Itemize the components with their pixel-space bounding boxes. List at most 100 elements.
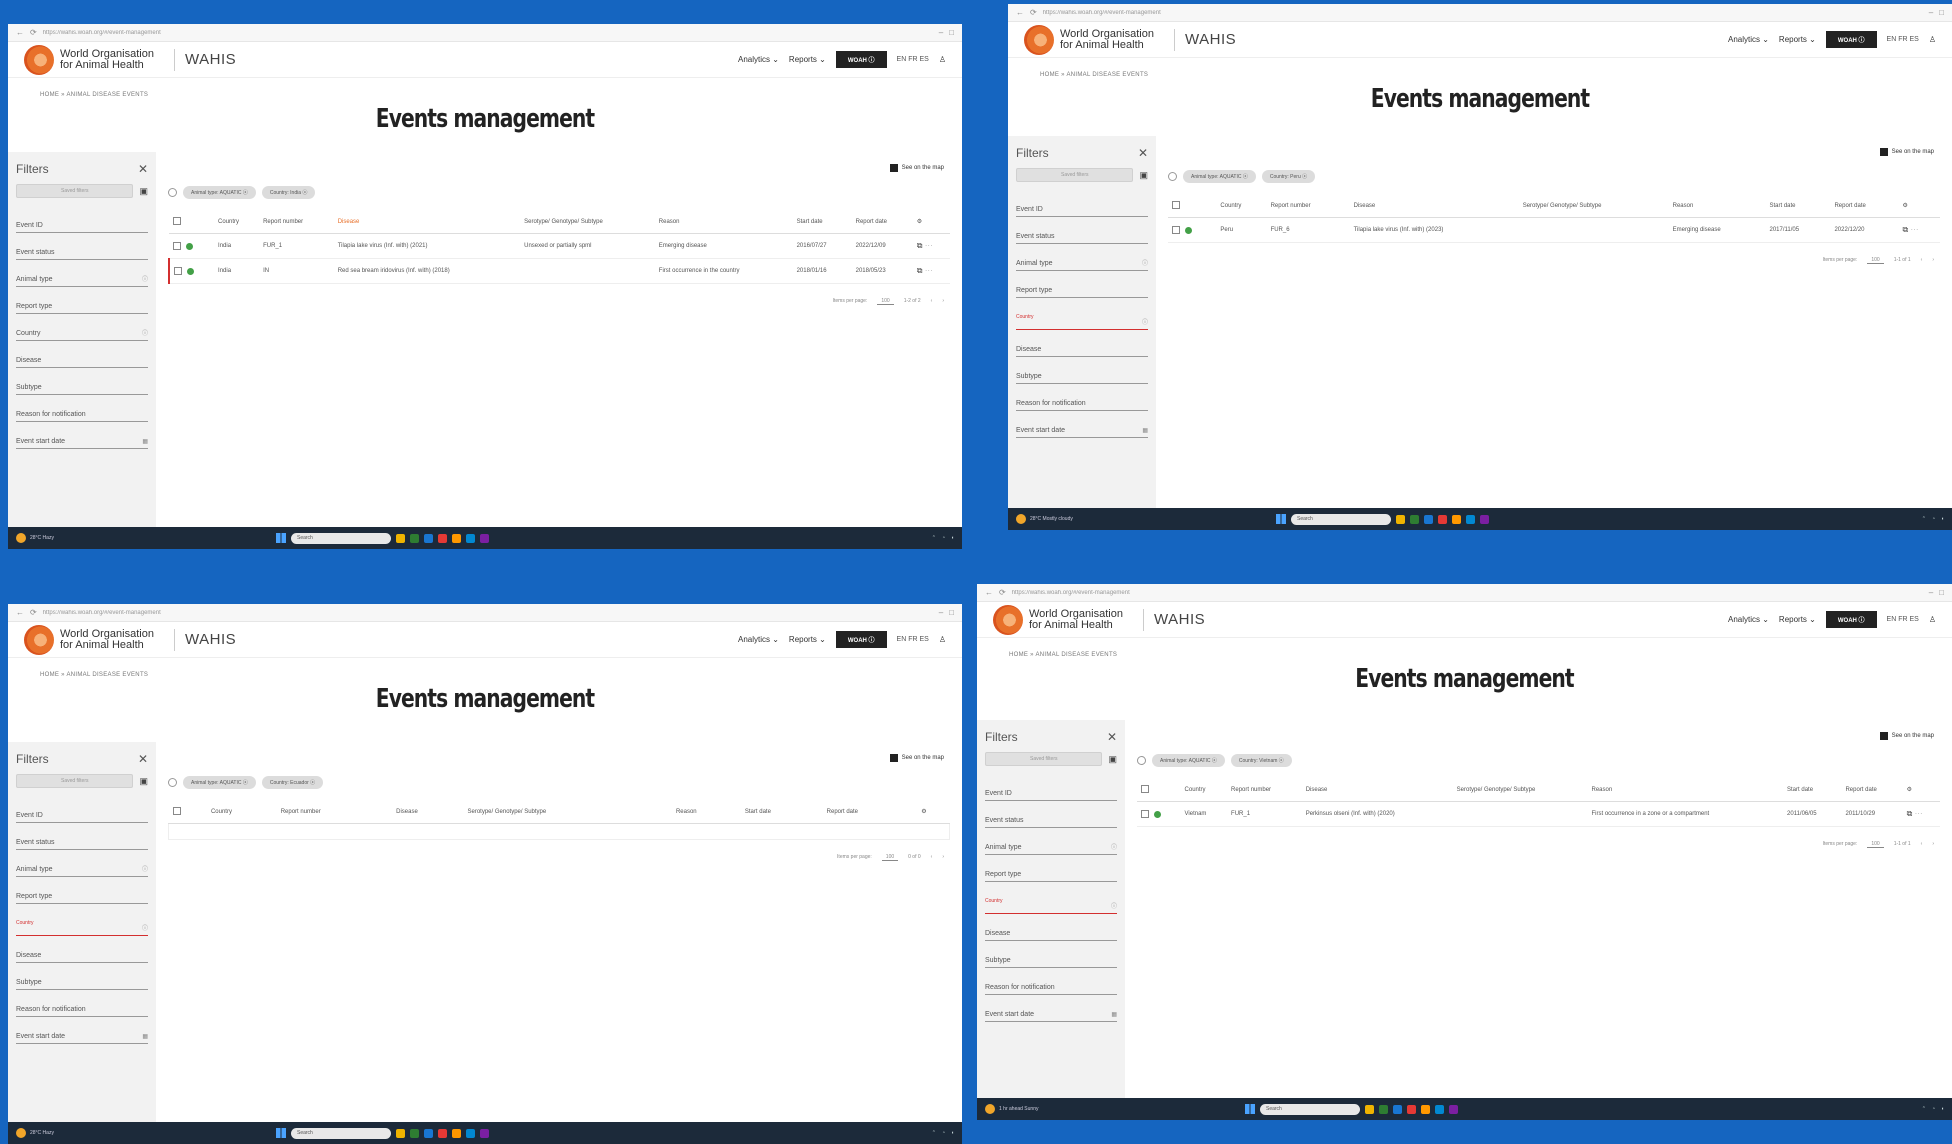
filter-disease[interactable]: Disease (1016, 336, 1148, 357)
app-icon[interactable] (452, 1128, 461, 1138)
see-on-map-link[interactable]: See on the map (1879, 148, 1934, 156)
address-bar[interactable]: https://wahis.woah.org/#/event-managemen… (1043, 10, 1923, 16)
filter-chip[interactable]: Country: Vietnam ⓧ (1230, 754, 1292, 767)
column-header[interactable]: Report number (259, 213, 334, 234)
weather-icon[interactable] (16, 1128, 26, 1138)
next-page-icon[interactable]: › (1932, 841, 1934, 848)
language-switcher[interactable]: EN FR ES (1887, 616, 1919, 623)
filter-reason-for-notification[interactable]: Reason for notification (985, 974, 1117, 995)
save-icon[interactable]: ▣ (1108, 754, 1117, 765)
back-icon[interactable]: ← (16, 608, 24, 617)
select-all-radio[interactable] (168, 188, 177, 197)
settings-icon[interactable]: ⚙ (1907, 787, 1912, 793)
nav-reports[interactable]: Reports ⌄ (789, 55, 826, 64)
weather-icon[interactable] (16, 533, 26, 543)
volume-icon[interactable]: ◖ (1941, 1106, 1944, 1112)
filter-event-status[interactable]: Event status (985, 807, 1117, 828)
filter-disease[interactable]: Disease (985, 920, 1117, 941)
filter-country[interactable]: Country ⓘ (1016, 304, 1148, 330)
what-is-woah-button[interactable]: WOAH ⓘ (835, 631, 887, 648)
column-header[interactable]: Serotype/ Genotype/ Subtype (1518, 197, 1669, 218)
chrome-icon[interactable] (438, 1128, 447, 1138)
what-is-woah-button[interactable]: WOAH ⓘ (1825, 611, 1877, 628)
breadcrumb[interactable]: HOME » ANIMAL DISEASE EVENTS (1008, 58, 1952, 78)
taskbar-search[interactable]: Search (1291, 513, 1391, 525)
column-header[interactable]: Country (206, 803, 277, 824)
select-all-radio[interactable] (1137, 756, 1146, 765)
column-header[interactable]: Reason (671, 803, 741, 824)
what-is-woah-button[interactable]: WOAH ⓘ (1825, 31, 1877, 48)
filter-subtype[interactable]: Subtype (1016, 363, 1148, 384)
prev-page-icon[interactable]: ‹ (931, 298, 933, 305)
column-header[interactable]: Start date (1765, 197, 1831, 218)
filter-chip[interactable]: Country: Ecuador ⓧ (261, 776, 324, 789)
filter-event-status[interactable]: Event status (16, 829, 148, 850)
reload-icon[interactable]: ⟳ (999, 588, 1006, 597)
next-page-icon[interactable]: › (942, 298, 944, 305)
reload-icon[interactable]: ⟳ (1030, 8, 1037, 17)
app-icon[interactable] (466, 533, 475, 543)
items-per-page-select[interactable]: 100 (1867, 257, 1884, 264)
info-icon[interactable]: ⓘ (142, 864, 148, 873)
filter-country[interactable]: Country ⓘ (985, 888, 1117, 914)
filter-chip[interactable]: Animal type: AQUATIC ⓧ (1152, 754, 1225, 767)
filter-animal-type[interactable]: Animal type ⓘ (1016, 250, 1148, 271)
edge-icon[interactable] (424, 1128, 433, 1138)
table-row[interactable]: India IN Red sea bream iridovirus (Inf. wi… (167, 258, 950, 284)
column-header[interactable]: Country (214, 213, 260, 234)
column-header[interactable]: Serotype/ Genotype/ Subtype (520, 213, 655, 234)
filter-chip[interactable]: Animal type: AQUATIC ⓧ (183, 186, 256, 199)
nav-analytics[interactable]: Analytics ⌄ (738, 55, 779, 64)
woah-logo[interactable] (1024, 24, 1054, 55)
volume-icon[interactable]: ◖ (1941, 516, 1944, 522)
next-page-icon[interactable]: › (1932, 257, 1934, 264)
filter-report-type[interactable]: Report type (16, 293, 148, 314)
save-icon[interactable]: ▣ (139, 186, 148, 197)
system-tray-icon[interactable]: ⌃ (1922, 1106, 1926, 1112)
filter-chip[interactable]: Country: Peru ⓧ (1261, 170, 1316, 183)
prev-page-icon[interactable]: ‹ (931, 854, 933, 861)
what-is-woah-button[interactable]: WOAH ⓘ (835, 51, 887, 68)
app-icon[interactable] (1435, 1104, 1444, 1114)
filter-subtype[interactable]: Subtype (985, 947, 1117, 968)
edge-icon[interactable] (1393, 1104, 1402, 1114)
user-icon[interactable]: ♙ (939, 635, 946, 644)
app-icon[interactable] (480, 533, 489, 543)
taskbar-search[interactable]: Search (291, 1127, 391, 1139)
column-header[interactable]: Start date (792, 213, 852, 234)
app-icon[interactable] (1449, 1104, 1458, 1114)
select-all-checkbox[interactable] (172, 807, 181, 815)
table-row[interactable]: Peru FUR_6 Tilapia lake virus (Inf. with) … (1168, 217, 1940, 243)
window-minimize-icon[interactable]: – (939, 608, 943, 617)
select-all-checkbox[interactable] (1141, 785, 1149, 793)
calendar-icon[interactable]: ▦ (142, 1033, 148, 1040)
filter-event-id[interactable]: Event ID (16, 212, 148, 233)
close-icon[interactable]: ✕ (1107, 730, 1117, 744)
open-report-icon[interactable]: ⧉ (917, 266, 923, 275)
wifi-icon[interactable]: ◔ (942, 535, 945, 541)
items-per-page-select[interactable]: 100 (1867, 841, 1884, 848)
column-header[interactable]: Disease (1301, 781, 1453, 802)
app-icon[interactable] (1452, 514, 1461, 524)
filter-country[interactable]: Country ⓘ (16, 320, 148, 341)
app-icon[interactable] (480, 1128, 489, 1138)
language-switcher[interactable]: EN FR ES (1887, 36, 1919, 43)
saved-filters-button[interactable]: Saved filters (1016, 168, 1134, 182)
woah-logo[interactable] (993, 604, 1023, 635)
address-bar[interactable]: https://wahis.woah.org/#/event-managemen… (43, 610, 933, 616)
filter-chip[interactable]: Animal type: AQUATIC ⓧ (183, 776, 256, 789)
wifi-icon[interactable]: ◔ (1932, 1106, 1935, 1112)
column-header[interactable]: Country (1216, 197, 1267, 218)
file-explorer-icon[interactable] (396, 533, 405, 543)
reload-icon[interactable]: ⟳ (30, 608, 37, 617)
filter-subtype[interactable]: Subtype (16, 374, 148, 395)
see-on-map-link[interactable]: See on the map (889, 754, 944, 762)
wifi-icon[interactable]: ◔ (942, 1130, 945, 1136)
save-icon[interactable]: ▣ (139, 776, 148, 787)
back-icon[interactable]: ← (985, 588, 993, 597)
items-per-page-select[interactable]: 100 (881, 854, 899, 861)
settings-icon[interactable]: ⚙ (1903, 203, 1908, 209)
nav-reports[interactable]: Reports ⌄ (1779, 35, 1816, 44)
filter-report-type[interactable]: Report type (16, 883, 148, 904)
info-icon[interactable]: ⓘ (142, 274, 148, 283)
